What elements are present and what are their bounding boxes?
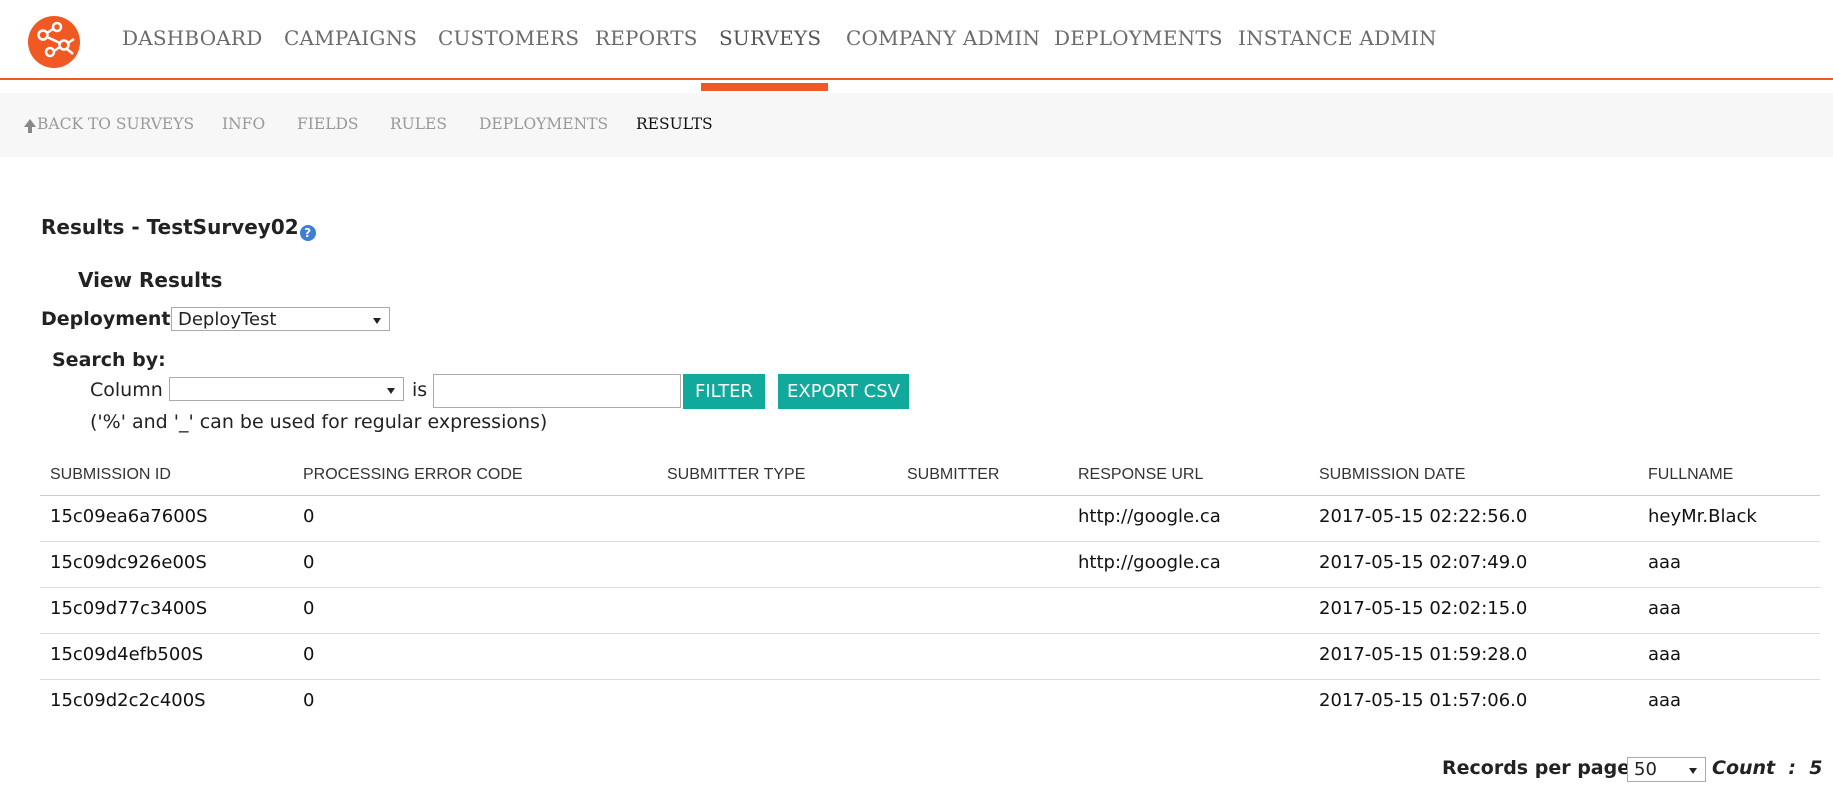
table-row[interactable]: 15c09d2c2c400S 0 2017-05-15 01:57:06.0 a… — [40, 680, 1820, 725]
table-row[interactable]: 15c09d77c3400S 0 2017-05-15 02:02:15.0 a… — [40, 588, 1820, 634]
cell-submission-date: 2017-05-15 02:02:15.0 — [1319, 598, 1528, 619]
records-per-page-value: 50 — [1634, 759, 1657, 780]
search-by-label: Search by: — [52, 349, 166, 371]
cell-submission-date: 2017-05-15 02:07:49.0 — [1319, 552, 1528, 573]
records-per-page-select[interactable]: 50 — [1627, 757, 1706, 782]
table-row[interactable]: 15c09d4efb500S 0 2017-05-15 01:59:28.0 a… — [40, 634, 1820, 680]
column-label: Column — [90, 379, 163, 401]
deployment-label: Deployment: — [41, 308, 179, 330]
page-title: Results - TestSurvey02? — [41, 215, 316, 241]
column-header-submission-id[interactable]: SUBMISSION ID — [50, 466, 171, 484]
active-tab-indicator — [701, 83, 828, 91]
cell-submission-id: 15c09d77c3400S — [50, 598, 208, 619]
cell-fullname: aaa — [1648, 690, 1682, 711]
subnav-back-label: BACK TO SURVEYS — [37, 115, 195, 133]
subnav-rules[interactable]: RULES — [390, 115, 447, 133]
column-header-submitter[interactable]: SUBMITTER — [907, 466, 999, 484]
app-logo[interactable] — [28, 16, 80, 68]
column-header-processing-error-code[interactable]: PROCESSING ERROR CODE — [303, 466, 523, 484]
top-navbar: DASHBOARD CAMPAIGNS CUSTOMERS REPORTS SU… — [0, 0, 1833, 80]
page-title-text: Results - TestSurvey02 — [41, 215, 299, 239]
cell-fullname: heyMr.Black — [1648, 506, 1757, 527]
record-count: Count : 5 — [1712, 757, 1823, 779]
nav-deployments[interactable]: DEPLOYMENTS — [1054, 26, 1223, 50]
table-row[interactable]: 15c09dc926e00S 0 http://google.ca 2017-0… — [40, 542, 1820, 588]
deployment-select[interactable]: DeployTest — [171, 307, 390, 331]
view-results-heading: View Results — [78, 268, 223, 292]
nav-campaigns[interactable]: CAMPAIGNS — [284, 26, 417, 50]
regex-hint: ('%' and '_' can be used for regular exp… — [90, 411, 548, 433]
chevron-down-icon — [373, 318, 381, 324]
cell-error-code: 0 — [303, 690, 315, 711]
subnav-deployments[interactable]: DEPLOYMENTS — [479, 115, 608, 133]
column-header-submission-date[interactable]: SUBMISSION DATE — [1319, 466, 1465, 484]
subnav-fields[interactable]: FIELDS — [297, 115, 359, 133]
column-header-submitter-type[interactable]: SUBMITTER TYPE — [667, 466, 805, 484]
cell-submission-id: 15c09d4efb500S — [50, 644, 204, 665]
cell-submission-id: 15c09d2c2c400S — [50, 690, 206, 711]
help-icon[interactable]: ? — [299, 225, 316, 241]
subnav-back-to-surveys[interactable]: BACK TO SURVEYS — [24, 115, 194, 133]
table-header: SUBMISSION ID PROCESSING ERROR CODE SUBM… — [40, 450, 1820, 496]
cell-response-url: http://google.ca — [1078, 506, 1221, 527]
cell-error-code: 0 — [303, 644, 315, 665]
nav-customers[interactable]: CUSTOMERS — [438, 26, 579, 50]
records-per-page-label: Records per page — [1442, 757, 1631, 779]
chevron-down-icon — [387, 388, 395, 394]
subnav-results[interactable]: RESULTS — [636, 115, 713, 133]
column-header-fullname[interactable]: FULLNAME — [1648, 466, 1733, 484]
deployment-select-value: DeployTest — [178, 309, 277, 330]
nav-reports[interactable]: REPORTS — [595, 26, 698, 50]
survey-subnav: BACK TO SURVEYS INFO FIELDS RULES DEPLOY… — [0, 93, 1833, 157]
export-csv-button[interactable]: EXPORT CSV — [778, 374, 909, 409]
cell-fullname: aaa — [1648, 644, 1682, 665]
arrow-up-icon — [24, 119, 36, 133]
cell-response-url: http://google.ca — [1078, 552, 1221, 573]
is-label: is — [412, 379, 428, 401]
nav-dashboard[interactable]: DASHBOARD — [122, 26, 262, 50]
nav-instance-admin[interactable]: INSTANCE ADMIN — [1238, 26, 1437, 50]
cell-submission-id: 15c09dc926e00S — [50, 552, 207, 573]
cell-submission-date: 2017-05-15 01:57:06.0 — [1319, 690, 1528, 711]
cell-error-code: 0 — [303, 598, 315, 619]
cell-error-code: 0 — [303, 552, 315, 573]
cell-fullname: aaa — [1648, 598, 1682, 619]
nav-company-admin[interactable]: COMPANY ADMIN — [846, 26, 1040, 50]
column-header-response-url[interactable]: RESPONSE URL — [1078, 466, 1203, 484]
cell-submission-date: 2017-05-15 02:22:56.0 — [1319, 506, 1528, 527]
nav-surveys[interactable]: SURVEYS — [719, 26, 821, 50]
network-nodes-icon — [37, 21, 75, 58]
filter-value-input[interactable] — [433, 374, 681, 408]
column-select[interactable] — [169, 377, 404, 401]
cell-submission-id: 15c09ea6a7600S — [50, 506, 208, 527]
results-table: SUBMISSION ID PROCESSING ERROR CODE SUBM… — [40, 450, 1820, 725]
filter-button[interactable]: FILTER — [683, 374, 765, 409]
cell-submission-date: 2017-05-15 01:59:28.0 — [1319, 644, 1528, 665]
chevron-down-icon — [1689, 768, 1697, 774]
subnav-info[interactable]: INFO — [222, 115, 265, 133]
cell-error-code: 0 — [303, 506, 315, 527]
cell-fullname: aaa — [1648, 552, 1682, 573]
table-row[interactable]: 15c09ea6a7600S 0 http://google.ca 2017-0… — [40, 496, 1820, 542]
